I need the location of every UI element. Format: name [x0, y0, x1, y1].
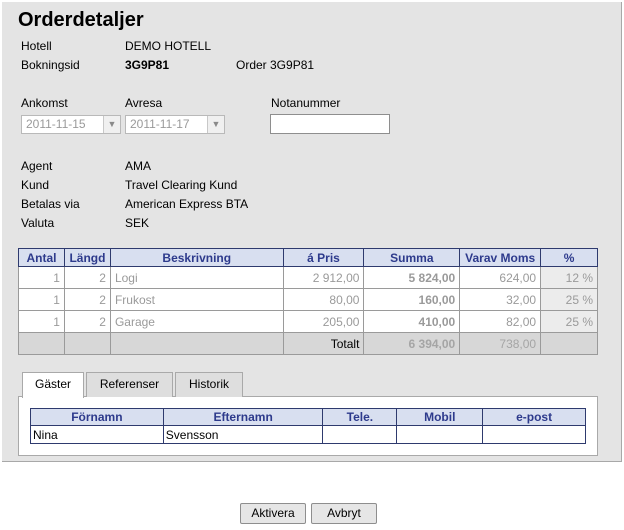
total-sum: 6 394,00: [363, 332, 461, 355]
table-row: 1 2 Frukost 80,00 160,00 32,00 25 %: [18, 288, 598, 311]
cell-percent: 25 %: [540, 288, 598, 311]
payment-label: Betalas via: [21, 197, 80, 211]
cell-empty: [109, 332, 284, 355]
table-row: 1 2 Garage 205,00 410,00 82,00 25 %: [18, 310, 598, 333]
departure-date-select[interactable]: 2011-11-17 ▼: [125, 115, 225, 134]
cell-lastname: Svensson: [162, 425, 324, 444]
guests-table-header: Förnamn Efternamn Tele. Mobil e-post: [30, 408, 586, 426]
cell-percent: 25 %: [540, 310, 598, 333]
payment-value: American Express BTA: [125, 197, 249, 211]
col-lastname-header: Efternamn: [162, 408, 324, 426]
hotel-label: Hotell: [21, 39, 52, 53]
col-antal-header: Antal: [18, 248, 65, 267]
col-percent-header: %: [540, 248, 598, 267]
arrival-date-select[interactable]: 2011-11-15 ▼: [21, 115, 121, 134]
agent-label: Agent: [21, 159, 53, 173]
chevron-down-icon[interactable]: ▼: [103, 116, 120, 133]
cell-antal: 1: [18, 288, 65, 311]
departure-label: Avresa: [125, 96, 163, 110]
col-description-header: Beskrivning: [109, 248, 284, 267]
col-sum-header: Summa: [363, 248, 461, 267]
cell-empty: [63, 332, 111, 355]
col-mobile-header: Mobil: [396, 408, 484, 426]
arrival-label: Ankomst: [21, 96, 68, 110]
cancel-button[interactable]: Avbryt: [311, 503, 377, 524]
page-title: Orderdetaljer: [18, 9, 144, 31]
cell-empty: [540, 332, 598, 355]
arrival-date-value: 2011-11-15: [26, 117, 86, 131]
col-vat-header: Varav Moms: [459, 248, 542, 267]
cell-antal: 1: [18, 310, 65, 333]
tab-history[interactable]: Historik: [175, 372, 243, 397]
col-email-header: e-post: [482, 408, 586, 426]
booking-id-value: 3G9P81: [125, 58, 170, 72]
currency-label: Valuta: [21, 216, 55, 230]
cell-sum: 410,00: [363, 310, 461, 333]
col-price-header: á Pris: [282, 248, 365, 267]
cell-firstname: Nina: [30, 425, 164, 444]
cell-vat: 624,00: [459, 266, 542, 289]
cell-sum: 5 824,00: [363, 266, 461, 289]
chevron-down-icon[interactable]: ▼: [207, 116, 224, 133]
cell-price: 205,00: [282, 310, 365, 333]
cell-description: Frukost: [109, 288, 284, 311]
note-number-input[interactable]: [270, 114, 390, 134]
booking-id-label: Bokningsid: [21, 58, 80, 72]
cell-antal: 1: [18, 266, 65, 289]
cell-price: 2 912,00: [282, 266, 365, 289]
tab-references[interactable]: Referenser: [86, 372, 173, 397]
col-phone-header: Tele.: [322, 408, 398, 426]
customer-label: Kund: [21, 178, 50, 192]
cell-phone: [322, 425, 398, 444]
note-number-label: Notanummer: [271, 96, 341, 110]
guests-table: Förnamn Efternamn Tele. Mobil e-post Nin…: [30, 408, 586, 444]
table-row: Nina Svensson: [30, 425, 586, 444]
table-row: 1 2 Logi 2 912,00 5 824,00 624,00 12 %: [18, 266, 598, 289]
total-vat: 738,00: [459, 332, 542, 355]
cell-description: Logi: [109, 266, 284, 289]
tab-guests[interactable]: Gäster: [22, 372, 84, 398]
total-row: Totalt 6 394,00 738,00: [18, 332, 598, 355]
cell-mobile: [396, 425, 484, 444]
cell-vat: 82,00: [459, 310, 542, 333]
cell-email: [482, 425, 586, 444]
activate-button[interactable]: Aktivera: [240, 503, 306, 524]
currency-value: SEK: [125, 216, 150, 230]
cell-langd: 2: [63, 288, 111, 311]
departure-date-value: 2011-11-17: [130, 117, 190, 131]
hotel-value: DEMO HOTELL: [125, 39, 212, 53]
col-firstname-header: Förnamn: [30, 408, 164, 426]
cell-description: Garage: [109, 310, 284, 333]
order-lines-table: Antal Längd Beskrivning á Pris Summa Var…: [18, 248, 598, 355]
agent-value: AMA: [125, 159, 152, 173]
cell-vat: 32,00: [459, 288, 542, 311]
total-label: Totalt: [282, 332, 365, 355]
customer-value: Travel Clearing Kund: [125, 178, 238, 192]
order-number-text: Order 3G9P81: [236, 58, 315, 72]
cell-empty: [18, 332, 65, 355]
cell-percent: 12 %: [540, 266, 598, 289]
cell-sum: 160,00: [363, 288, 461, 311]
col-langd-header: Längd: [63, 248, 111, 267]
cell-price: 80,00: [282, 288, 365, 311]
order-table-header: Antal Längd Beskrivning á Pris Summa Var…: [18, 248, 598, 267]
cell-langd: 2: [63, 266, 111, 289]
cell-langd: 2: [63, 310, 111, 333]
